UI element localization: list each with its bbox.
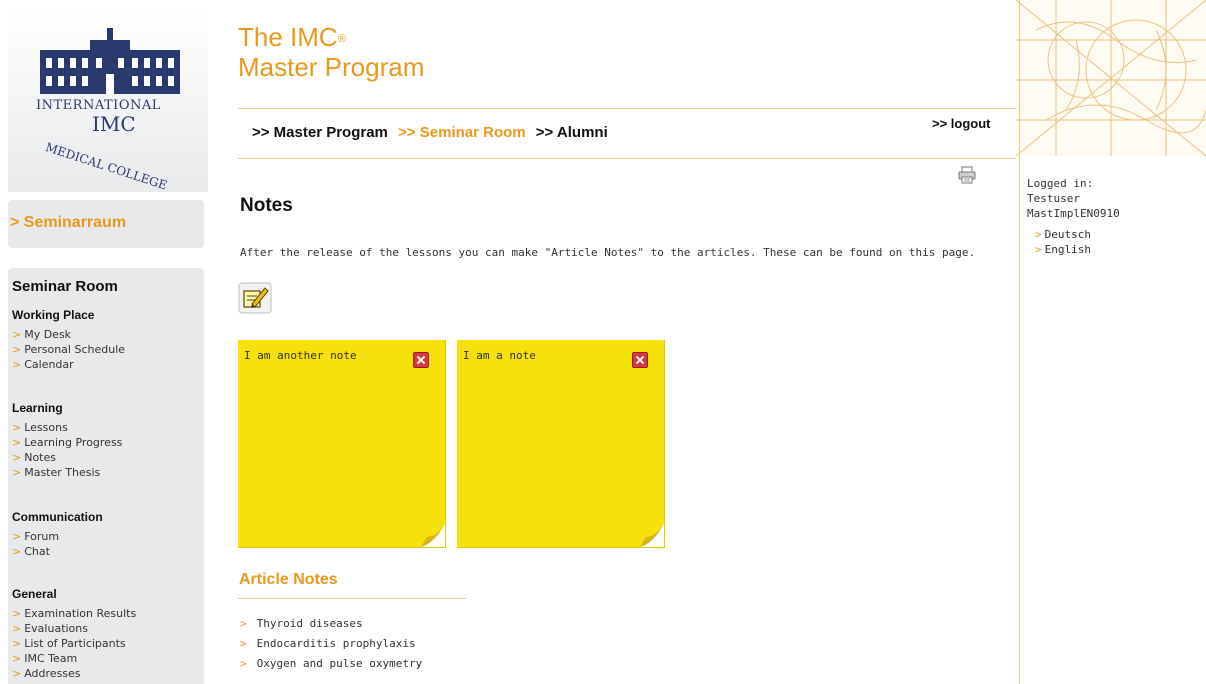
page-title: Notes	[240, 195, 293, 216]
header-divider	[238, 108, 1016, 109]
article-link-oxygen[interactable]: > Oxygen and pulse oxymetry	[240, 654, 422, 674]
page-curl-icon	[640, 523, 664, 547]
sticky-note[interactable]: I am another note	[238, 340, 446, 548]
page-curl-icon	[421, 523, 445, 547]
breadcrumb-alumni[interactable]: >> Alumni	[536, 124, 608, 141]
user-panel: Logged in: Testuser MastImplEN0910 > Deut…	[1027, 176, 1120, 257]
nav-item-chat[interactable]: > Chat	[12, 544, 103, 559]
logo-line2: IMC	[92, 112, 136, 136]
nav-item-lessons[interactable]: > Lessons	[12, 420, 122, 435]
close-icon[interactable]	[632, 352, 648, 368]
nav-item-examination-results[interactable]: > Examination Results	[12, 606, 136, 621]
breadcrumb: >> Master Program >> Seminar Room >> Alu…	[252, 124, 608, 141]
user-account: MastImplEN0910	[1027, 207, 1120, 220]
nav-item-evaluations[interactable]: > Evaluations	[12, 621, 136, 636]
article-link-endocarditis[interactable]: > Endocarditis prophylaxis	[240, 634, 422, 654]
section-seminarraum[interactable]: > Seminarraum	[8, 200, 204, 248]
breadcrumb-seminar-room[interactable]: >> Seminar Room	[398, 124, 526, 141]
nav-heading: Learning	[12, 401, 63, 415]
nav-item-notes[interactable]: > Notes	[12, 450, 122, 465]
logout-link[interactable]: >> logout	[932, 116, 991, 131]
note-text: I am another note	[244, 349, 357, 362]
seminar-nav: Seminar Room Working Place > My Desk > Per…	[8, 268, 204, 684]
logo-line1: INTERNATIONAL	[36, 98, 161, 113]
nav-group-general: General > Examination Results > Evaluation…	[12, 587, 136, 681]
language-english[interactable]: > English	[1035, 242, 1120, 257]
edit-note-icon[interactable]	[238, 282, 272, 314]
article-notes-divider	[238, 598, 466, 599]
close-icon[interactable]	[413, 352, 429, 368]
article-link-thyroid[interactable]: > Thyroid diseases	[240, 614, 422, 634]
nav-item-forum[interactable]: > Forum	[12, 529, 103, 544]
article-list: > Thyroid diseases > Endocarditis prophyla…	[240, 614, 422, 674]
nav-item-my-desk[interactable]: > My Desk	[12, 327, 125, 342]
nav-group-communication: Communication > Forum > Chat	[12, 510, 103, 559]
nav-group-working-place: Working Place > My Desk > Personal Schedul…	[12, 308, 125, 372]
nav-item-master-thesis[interactable]: > Master Thesis	[12, 465, 122, 480]
breadcrumb-master-program[interactable]: >> Master Program	[252, 124, 388, 141]
intro-text: After the release of the lessons you can…	[240, 246, 976, 259]
right-column-divider	[1019, 0, 1020, 684]
nav-item-addresses[interactable]: > Addresses	[12, 666, 136, 681]
sticky-note[interactable]: I am a note	[457, 340, 665, 548]
language-deutsch[interactable]: > Deutsch	[1035, 227, 1120, 242]
nav-heading: Working Place	[12, 308, 95, 322]
header-artwork	[1016, 0, 1206, 156]
nav-item-list-of-participants[interactable]: > List of Participants	[12, 636, 136, 651]
section-label: > Seminarraum	[10, 214, 127, 231]
printer-icon[interactable]	[958, 166, 976, 184]
registered-mark: ®	[337, 33, 346, 45]
nav-group-learning: Learning > Lessons > Learning Progress > No…	[12, 401, 122, 480]
brand-title: The IMC® Master Program	[238, 22, 425, 82]
nav-item-learning-progress[interactable]: > Learning Progress	[12, 435, 122, 450]
article-notes-title: Article Notes	[239, 571, 338, 588]
nav-item-calendar[interactable]: > Calendar	[12, 357, 125, 372]
nav-item-imc-team[interactable]: > IMC Team	[12, 651, 136, 666]
breadcrumb-divider	[238, 158, 1016, 159]
nav-title: Seminar Room	[12, 278, 118, 295]
note-text: I am a note	[463, 349, 536, 362]
nav-heading: Communication	[12, 510, 103, 524]
nav-heading: General	[12, 587, 57, 601]
nav-item-personal-schedule[interactable]: > Personal Schedule	[12, 342, 125, 357]
logged-in-label: Logged in:	[1027, 177, 1094, 190]
sidebar: INTERNATIONAL IMC MEDICAL COLLEGE > Semi…	[8, 10, 208, 684]
anatomical-sketch-icon	[1016, 0, 1206, 156]
logo[interactable]: INTERNATIONAL IMC MEDICAL COLLEGE	[8, 10, 208, 193]
language-list: > Deutsch > English	[1035, 227, 1120, 257]
user-name: Testuser	[1027, 192, 1080, 205]
